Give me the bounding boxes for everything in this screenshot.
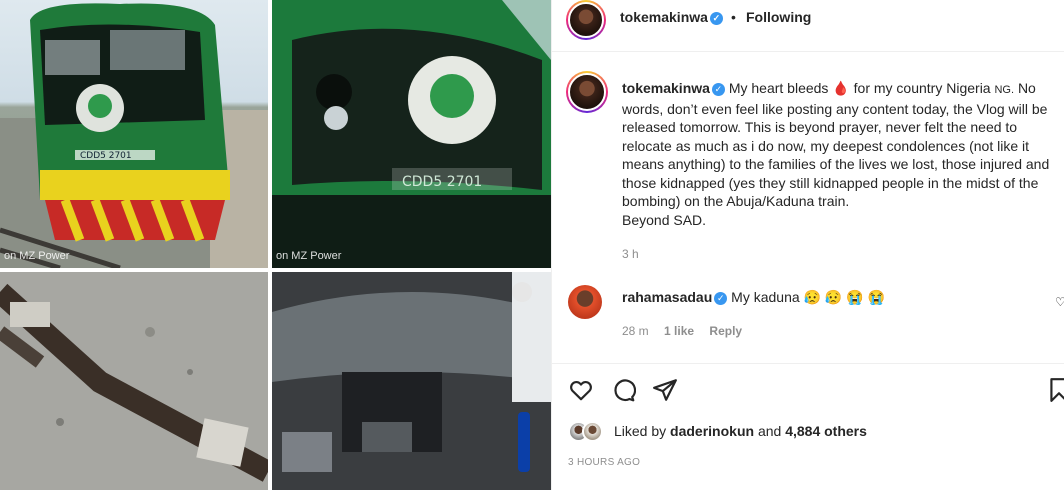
comment-bubble-icon[interactable] (610, 377, 637, 403)
comment-likes[interactable]: 1 like (664, 324, 694, 338)
caption-time[interactable]: 3 h (622, 247, 639, 261)
train-photo-2: CDD5 2701 on MZ Power (272, 0, 551, 268)
photo-watermark: on MZ Power (4, 250, 70, 262)
train-illustration-2: CDD5 2701 (272, 0, 551, 268)
comment-time[interactable]: 28 m (622, 324, 649, 338)
caption-text-1: My heart bleeds (728, 80, 829, 96)
blood-drop-icon: 🩸 (832, 80, 850, 96)
caption-text-4: Beyond SAD. (622, 211, 707, 228)
svg-text:CDD5 2701: CDD5 2701 (402, 174, 482, 190)
like-heart-icon[interactable] (568, 377, 594, 403)
verified-badge-icon: ✓ (711, 83, 725, 96)
post-header: tokemakinwa ✓ • Following (552, 0, 1064, 52)
caption-avatar[interactable] (566, 71, 608, 113)
commenter-avatar[interactable] (568, 285, 602, 319)
liker-username[interactable]: daderinokun (670, 423, 754, 439)
train-photo-1: CDD5 2701 on MZ Power (0, 0, 268, 268)
photo-watermark: on MZ Power (276, 250, 342, 262)
nigeria-flag-label: NG. (994, 84, 1015, 96)
header-separator: • (731, 9, 736, 25)
author-avatar[interactable] (566, 0, 606, 40)
author-username[interactable]: tokemakinwa ✓ (620, 9, 723, 25)
save-bookmark-icon[interactable] (1046, 377, 1064, 403)
comment-meta: 28 m 1 like Reply (622, 324, 754, 338)
cab-illustration (272, 272, 551, 490)
comment-like-heart-icon[interactable]: ♡ (1055, 295, 1064, 309)
caption-text-3: No words, don’t even feel like posting a… (622, 80, 1050, 209)
caption-text-2: for my country Nigeria (853, 80, 991, 96)
verified-badge-icon: ✓ (709, 12, 723, 25)
comment: rahamasadau ✓ My kaduna 😥 😥 😭 😭 (622, 289, 885, 306)
train-illustration-1: CDD5 2701 (0, 3, 268, 268)
track-illustration (0, 272, 268, 490)
post-caption: tokemakinwa ✓ My heart bleeds 🩸 for my co… (622, 79, 1064, 229)
likes-text: Liked by daderinokun and 4,884 others (614, 423, 867, 439)
post-timestamp[interactable]: 3 HOURS AGO (568, 457, 640, 468)
cab-interior-photo (272, 272, 551, 490)
svg-text:CDD5 2701: CDD5 2701 (80, 151, 132, 161)
caption-username[interactable]: tokemakinwa (622, 80, 710, 96)
comment-text: My kaduna 😥 😥 😭 😭 (731, 289, 885, 305)
reply-button[interactable]: Reply (709, 324, 742, 338)
track-photo (0, 272, 268, 490)
following-button[interactable]: Following (746, 9, 811, 25)
comment-username[interactable]: rahamasadau (622, 289, 712, 305)
verified-badge-icon: ✓ (714, 292, 728, 305)
actions-divider (552, 363, 1064, 364)
post-details-panel: tokemakinwa ✓ • Following tokemakinwa ✓ My… (552, 0, 1064, 490)
liker-avatar[interactable] (582, 421, 603, 442)
post-media[interactable]: CDD5 2701 on MZ Power CDD5 2701 on MZ Po… (0, 0, 551, 490)
share-paper-plane-icon[interactable] (652, 377, 678, 403)
likes-count[interactable]: 4,884 others (785, 423, 867, 439)
